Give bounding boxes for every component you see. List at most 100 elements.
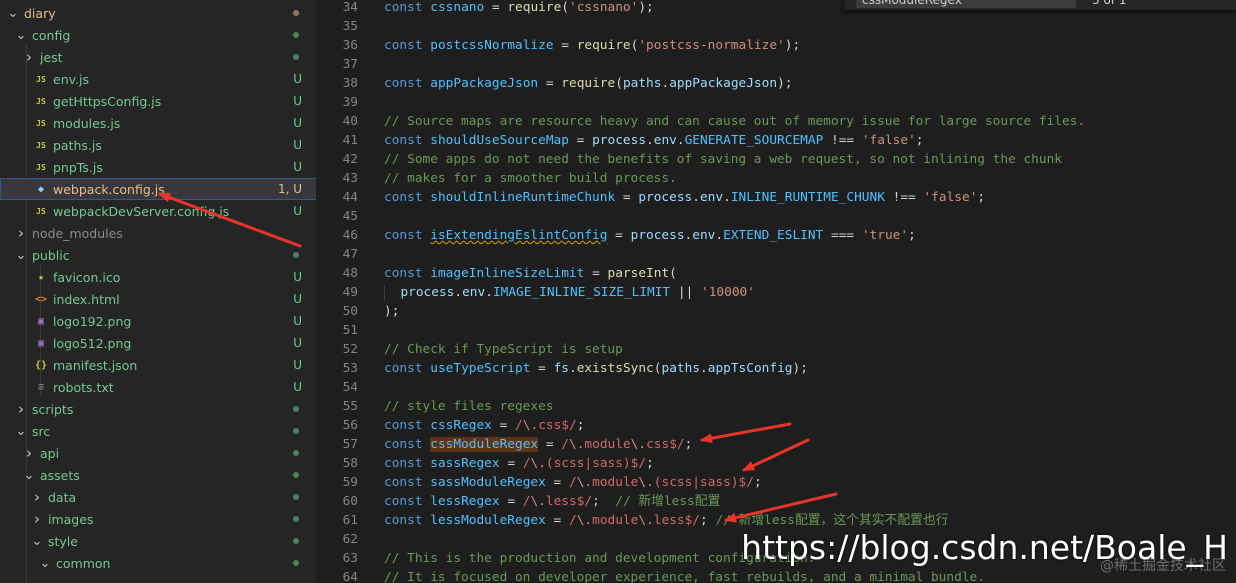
code-line[interactable]: 50); <box>316 302 1236 321</box>
line-number: 62 <box>342 532 358 547</box>
chevron-right-icon[interactable]: › <box>14 398 28 420</box>
code-line[interactable]: 41 const shouldUseSourceMap = process.env… <box>316 131 1236 150</box>
explorer-item-label: diary <box>24 5 56 21</box>
code-line[interactable]: 54 <box>316 378 1236 397</box>
git-status-badge: U <box>293 138 302 152</box>
explorer-item-label: assets <box>40 467 80 483</box>
explorer-item[interactable]: JS env.js U <box>0 68 316 90</box>
line-number: 43 <box>342 171 358 186</box>
line-number: 64 <box>342 570 358 583</box>
watermark-sub: @稀土掘金技术社区 <box>1100 558 1226 574</box>
html-file-icon: <> <box>34 293 48 305</box>
code-line[interactable]: 56 const cssRegex = /\.css$/; <box>316 416 1236 435</box>
explorer-item[interactable]: ⌄ common <box>0 552 316 574</box>
explorer-item[interactable]: ⌄ config <box>0 24 316 46</box>
javascript-file-icon: JS <box>36 96 46 106</box>
line-number: 53 <box>342 361 358 376</box>
chevron-down-icon[interactable]: ⌄ <box>30 530 44 552</box>
chevron-down-icon[interactable]: ⌄ <box>14 24 28 46</box>
explorer-item[interactable]: › api <box>0 442 316 464</box>
code-line[interactable]: 53 const useTypeScript = fs.existsSync(pa… <box>316 359 1236 378</box>
chevron-right-icon[interactable]: › <box>30 486 44 508</box>
code-line[interactable]: 55 // style files regexes <box>316 397 1236 416</box>
code-line[interactable]: 43 // makes for a smoother build process. <box>316 169 1236 188</box>
chevron-right-icon[interactable]: › <box>30 508 44 530</box>
code-line[interactable]: 44 const shouldInlineRuntimeChunk = proce… <box>316 188 1236 207</box>
code-line[interactable]: 35 <box>316 17 1236 36</box>
explorer-item[interactable]: › images <box>0 508 316 530</box>
explorer-item[interactable]: ★ favicon.ico U <box>0 266 316 288</box>
code-text: // Check if TypeScript is setup <box>384 342 623 357</box>
explorer-item[interactable]: ⌄ public <box>0 244 316 266</box>
code-line[interactable]: 52 // Check if TypeScript is setup <box>316 340 1236 359</box>
chevron-down-icon[interactable]: ⌄ <box>22 464 36 486</box>
code-line[interactable]: 39 <box>316 93 1236 112</box>
explorer-item[interactable]: JS getHttpsConfig.js U <box>0 90 316 112</box>
git-status-badge: U <box>293 204 302 218</box>
explorer-item[interactable]: JS webpackDevServer.config.js U <box>0 200 316 222</box>
chevron-down-icon[interactable]: ⌄ <box>6 2 20 24</box>
chevron-right-icon[interactable]: › <box>22 46 36 68</box>
explorer-item[interactable]: ◆ webpack.config.js 1, U <box>0 178 316 200</box>
chevron-down-icon[interactable]: ⌄ <box>14 420 28 442</box>
explorer-item[interactable]: ▣ logo192.png U <box>0 310 316 332</box>
line-number: 60 <box>342 494 358 509</box>
code-line[interactable]: 58 const sassRegex = /\.(scss|sass)$/; <box>316 454 1236 473</box>
explorer-item[interactable]: › jest <box>0 46 316 68</box>
code-line[interactable]: 59 const sassModuleRegex = /\.module\.(sc… <box>316 473 1236 492</box>
explorer-item[interactable]: ⌄ style <box>0 530 316 552</box>
line-number: 38 <box>342 76 358 91</box>
explorer-item[interactable]: {} manifest.json U <box>0 354 316 376</box>
line-number: 44 <box>342 190 358 205</box>
line-number: 61 <box>342 513 358 528</box>
code-line[interactable]: 36 const postcssNormalize = require('post… <box>316 36 1236 55</box>
explorer-item[interactable]: ⌄ assets <box>0 464 316 486</box>
explorer-item-label: jest <box>40 49 63 65</box>
git-status-badge: 1, U <box>277 182 302 196</box>
code-line[interactable]: 64 // It is focused on developer experien… <box>316 568 1236 583</box>
code-text: const postcssNormalize = require('postcs… <box>384 38 801 53</box>
code-line[interactable]: 42 // Some apps do not need the benefits … <box>316 150 1236 169</box>
explorer-item-label: logo192.png <box>53 313 132 329</box>
code-line[interactable]: 37 <box>316 55 1236 74</box>
explorer-item[interactable]: JS modules.js U <box>0 112 316 134</box>
explorer-item-label: api <box>40 445 60 461</box>
git-status-dot <box>293 428 299 434</box>
code-line[interactable]: 57 const cssModuleRegex = /\.module\.css$… <box>316 435 1236 454</box>
chevron-down-icon[interactable]: ⌄ <box>14 244 28 266</box>
explorer-item-label: manifest.json <box>53 357 138 373</box>
git-status-dot <box>293 494 299 500</box>
explorer-item[interactable]: JS pnpTs.js U <box>0 156 316 178</box>
explorer-item[interactable]: › data <box>0 486 316 508</box>
code-line[interactable]: 48 const imageInlineSizeLimit = parseInt( <box>316 264 1236 283</box>
explorer-item[interactable]: ≡ robots.txt U <box>0 376 316 398</box>
explorer-item[interactable]: ⌄ src <box>0 420 316 442</box>
explorer-item[interactable]: › scripts <box>0 398 316 420</box>
explorer-item[interactable]: <> index.html U <box>0 288 316 310</box>
code-line[interactable]: 34 const cssnano = require('cssnano'); <box>316 0 1236 17</box>
chevron-right-icon[interactable]: › <box>14 222 28 244</box>
code-line[interactable]: 49 process.env.IMAGE_INLINE_SIZE_LIMIT |… <box>316 283 1236 302</box>
code-line[interactable]: 51 <box>316 321 1236 340</box>
explorer-item-label: config <box>32 27 71 43</box>
explorer-item[interactable]: › node_modules <box>0 222 316 244</box>
git-status-badge: U <box>293 270 302 284</box>
explorer-item[interactable]: ▣ logo512.png U <box>0 332 316 354</box>
code-line[interactable]: 45 <box>316 207 1236 226</box>
line-number: 35 <box>342 19 358 34</box>
code-line[interactable]: 60 const lessRegex = /\.less$/; // 新增less… <box>316 492 1236 511</box>
code-line[interactable]: 38 const appPackageJson = require(paths.a… <box>316 74 1236 93</box>
code-editor[interactable]: cssModuleRegex 3 of 1 34 const cssnano = … <box>316 0 1236 583</box>
chevron-right-icon[interactable]: › <box>22 442 36 464</box>
code-text: const useTypeScript = fs.existsSync(path… <box>384 361 808 376</box>
code-line[interactable]: 47 <box>316 245 1236 264</box>
line-number: 59 <box>342 475 358 490</box>
explorer-item[interactable]: ⌄ diary <box>0 2 316 24</box>
code-text: const isExtendingEslintConfig = process.… <box>384 228 916 243</box>
explorer-item-label: webpack.config.js <box>53 181 165 197</box>
code-line[interactable]: 46 const isExtendingEslintConfig = proces… <box>316 226 1236 245</box>
chevron-down-icon[interactable]: ⌄ <box>38 552 52 574</box>
code-line[interactable]: 40 // Source maps are resource heavy and … <box>316 112 1236 131</box>
explorer-item[interactable]: JS paths.js U <box>0 134 316 156</box>
javascript-file-icon: JS <box>36 118 46 128</box>
